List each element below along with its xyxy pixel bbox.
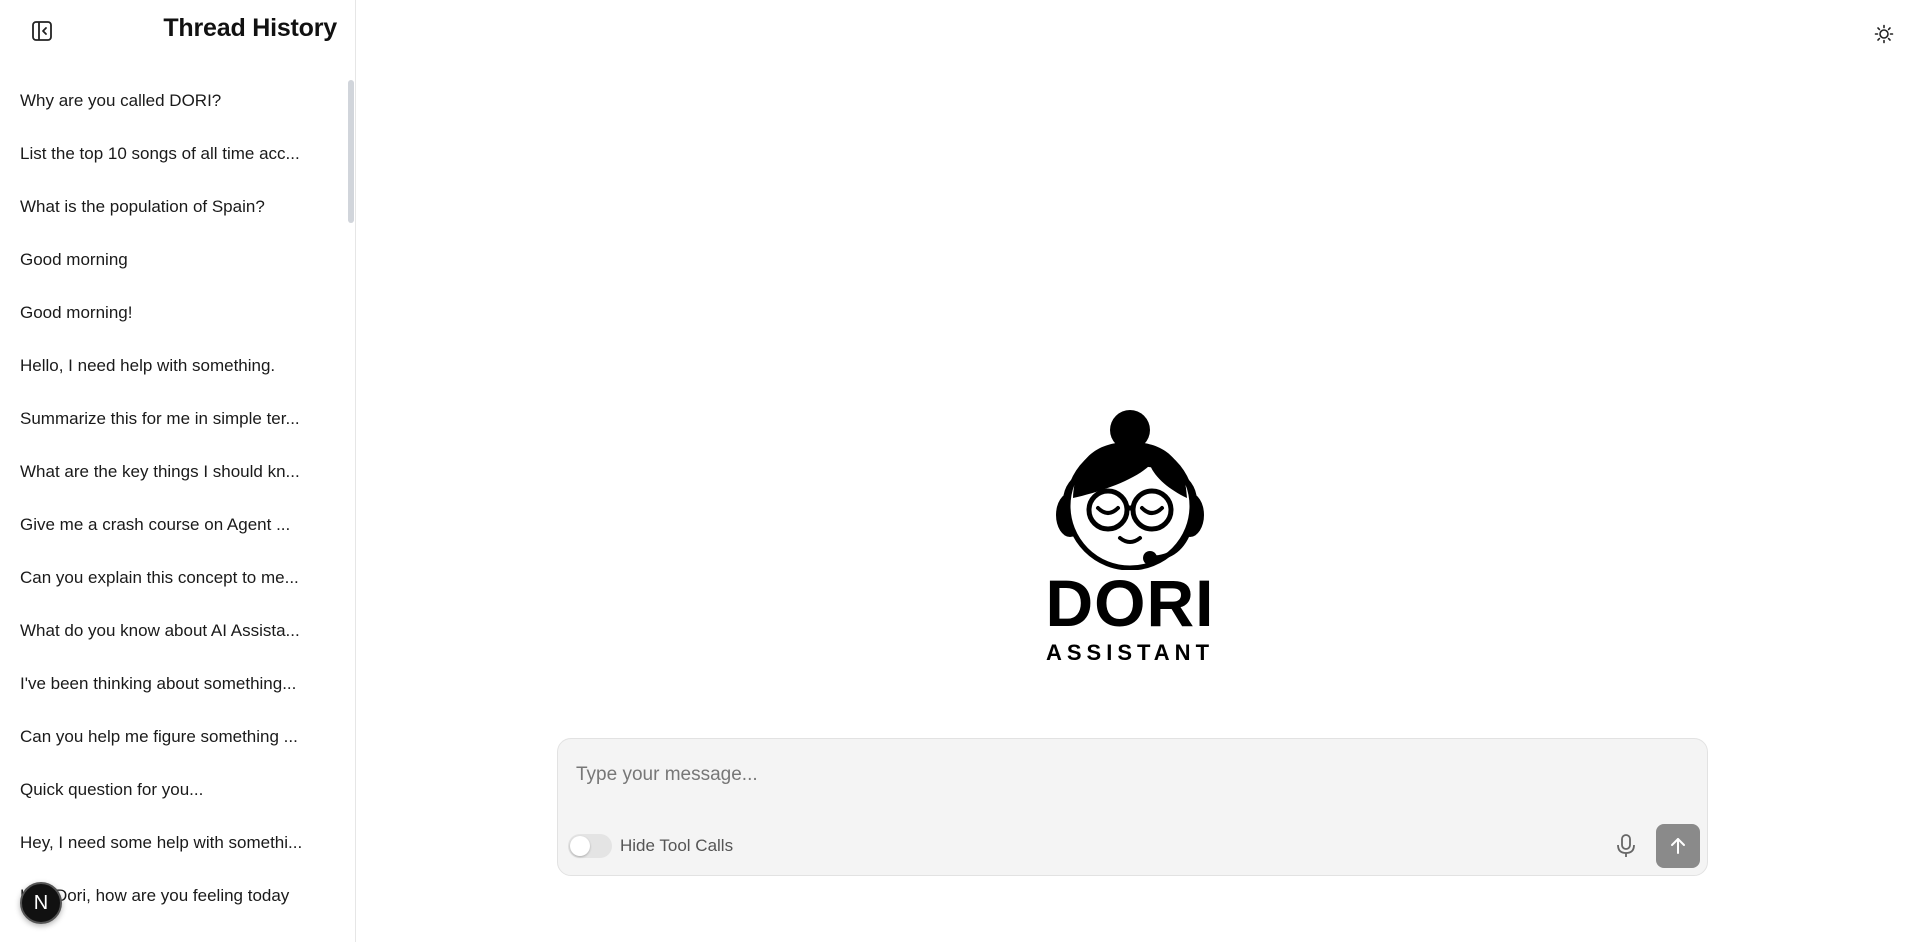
thread-item[interactable]: Can you help me figure something ... <box>20 722 320 752</box>
theme-toggle-button[interactable] <box>1872 22 1896 46</box>
collapse-sidebar-button[interactable] <box>30 19 54 43</box>
sidebar-header: Thread History <box>0 0 355 60</box>
thread-item[interactable]: Can you explain this concept to me... <box>20 563 320 593</box>
sidebar-title: Thread History <box>163 14 337 42</box>
logo-title: DORI <box>1045 566 1215 640</box>
thread-item[interactable]: Summarize this for me in simple ter... <box>20 404 320 434</box>
thread-item[interactable]: Why are you called DORI? <box>20 86 320 116</box>
thread-list: Why are you called DORI? List the top 10… <box>0 74 340 942</box>
hide-tool-calls-label: Hide Tool Calls <box>620 836 734 855</box>
thread-item[interactable]: Hey Dori, how are you feeling today <box>20 881 320 911</box>
dori-assistant-logo: DORI ASSISTANT <box>1040 410 1220 670</box>
logo-subtitle: ASSISTANT <box>1045 640 1215 665</box>
thread-item[interactable]: hello <box>20 934 320 942</box>
thread-item[interactable]: Give me a crash course on Agent ... <box>20 510 320 540</box>
thread-item[interactable]: Quick question for you... <box>20 775 320 805</box>
thread-item[interactable]: Hey, I need some help with somethi... <box>20 828 320 858</box>
hide-tool-calls-toggle[interactable] <box>568 834 612 858</box>
thread-item[interactable]: Good morning <box>20 245 320 275</box>
thread-item[interactable]: Hello, I need help with something. <box>20 351 320 381</box>
thread-item[interactable]: I've been thinking about something... <box>20 669 320 699</box>
arrow-up-icon <box>1671 838 1685 854</box>
thread-item[interactable]: What is the population of Spain? <box>20 192 320 222</box>
thread-history-sidebar: Thread History Why are you called DORI? … <box>0 0 356 942</box>
thread-item[interactable]: List the top 10 songs of all time acc... <box>20 139 320 169</box>
dori-mascot-icon <box>1056 410 1204 571</box>
thread-item[interactable]: Good morning! <box>20 298 320 328</box>
message-composer: Hide Tool Calls <box>557 738 1708 876</box>
panel-collapse-icon <box>32 21 52 41</box>
toggle-knob <box>570 836 590 856</box>
user-avatar-button[interactable]: N <box>20 882 62 924</box>
sidebar-scrollbar[interactable] <box>348 80 354 223</box>
microphone-button[interactable] <box>1612 832 1640 860</box>
message-input[interactable] <box>574 759 1688 791</box>
microphone-icon <box>1617 834 1635 857</box>
thread-item[interactable]: What do you know about AI Assista... <box>20 616 320 646</box>
sun-icon <box>1874 24 1894 44</box>
send-button[interactable] <box>1656 824 1700 868</box>
thread-item[interactable]: What are the key things I should kn... <box>20 457 320 487</box>
